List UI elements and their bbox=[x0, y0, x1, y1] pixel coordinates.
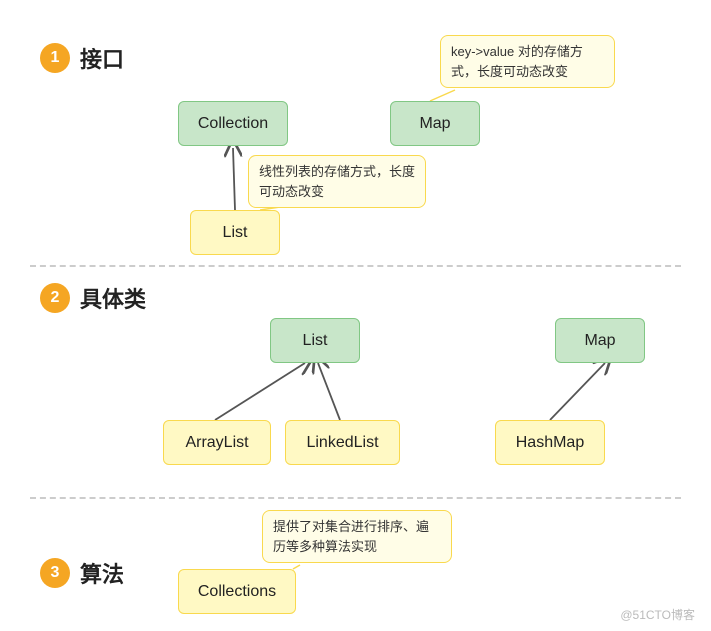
box-hashmap: HashMap bbox=[495, 420, 605, 465]
tooltip-collections: 提供了对集合进行排序、遍历等多种算法实现 bbox=[262, 510, 452, 563]
box-map-s1: Map bbox=[390, 101, 480, 146]
box-list-s1: List bbox=[190, 210, 280, 255]
circle-2: 2 bbox=[40, 283, 70, 313]
diagram-container: 1 接口 2 具体类 3 算法 Collection Map List key-… bbox=[0, 0, 711, 631]
box-collections: Collections bbox=[178, 569, 296, 614]
box-collection: Collection bbox=[178, 101, 288, 146]
tooltip-list: 线性列表的存储方式，长度 可动态改变 bbox=[248, 155, 426, 208]
box-list-s2: List bbox=[270, 318, 360, 363]
section-algorithms-label: 3 算法 bbox=[40, 557, 124, 589]
tooltip-map: key->value 对的存储方 式，长度可动态改变 bbox=[440, 35, 615, 88]
circle-3: 3 bbox=[40, 558, 70, 588]
box-arraylist: ArrayList bbox=[163, 420, 271, 465]
divider-1 bbox=[30, 265, 681, 267]
label-algorithms: 算法 bbox=[80, 557, 124, 589]
box-map-s2: Map bbox=[555, 318, 645, 363]
circle-1: 1 bbox=[40, 43, 70, 73]
section-classes-label: 2 具体类 bbox=[40, 282, 146, 314]
divider-2 bbox=[30, 497, 681, 499]
watermark: @51CTO博客 bbox=[620, 606, 695, 623]
label-classes: 具体类 bbox=[80, 282, 146, 314]
box-linkedlist: LinkedList bbox=[285, 420, 400, 465]
label-interfaces: 接口 bbox=[80, 42, 124, 74]
section-interfaces-label: 1 接口 bbox=[40, 42, 124, 74]
